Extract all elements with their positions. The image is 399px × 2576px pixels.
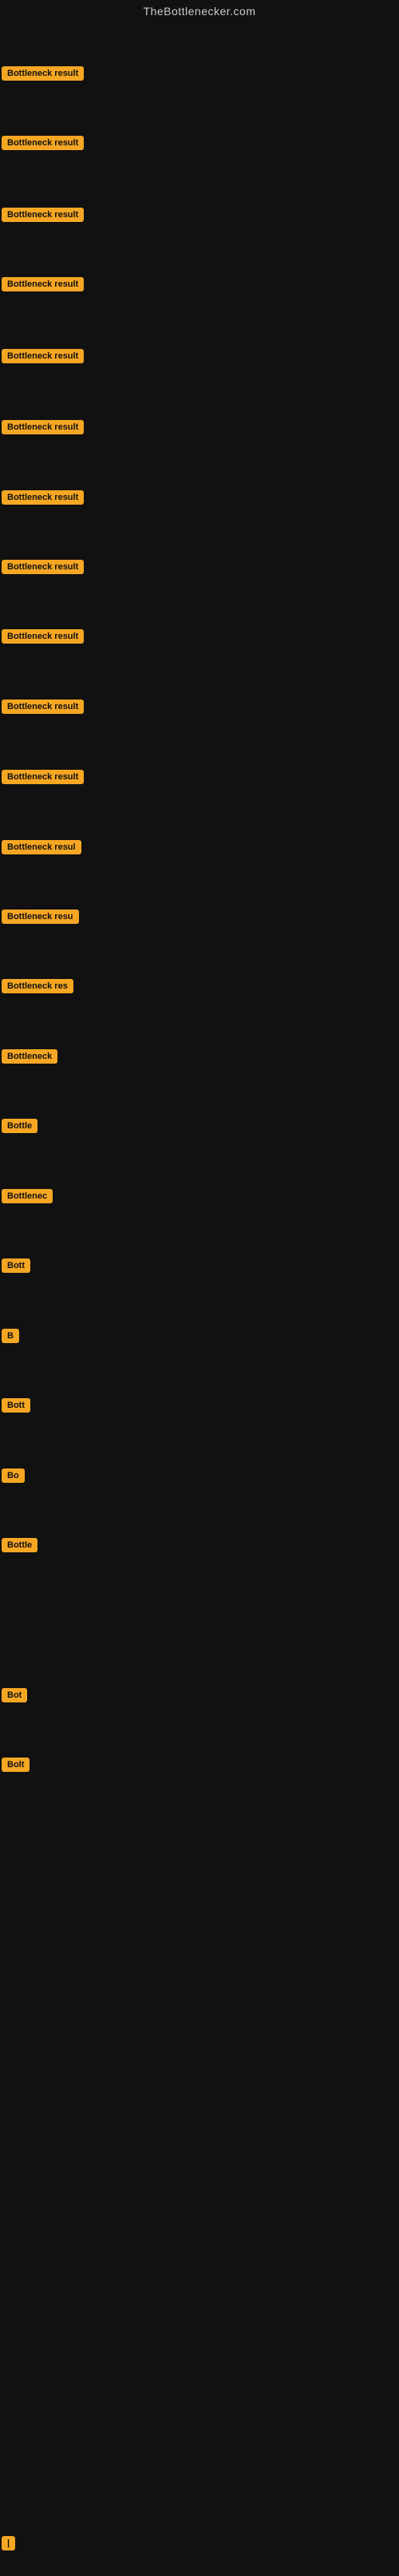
- bottleneck-badge: Bottleneck result: [2, 277, 84, 291]
- bottleneck-badge: Bo: [2, 1468, 25, 1483]
- bottleneck-badge: Bottlenec: [2, 1189, 53, 1203]
- bottleneck-badge: Bottleneck result: [2, 136, 84, 150]
- bottleneck-badge: Bott: [2, 1398, 30, 1413]
- bottleneck-badge: |: [2, 2536, 15, 2550]
- site-title: TheBottlenecker.com: [0, 0, 399, 21]
- bottleneck-badge: Bott: [2, 1258, 30, 1273]
- bottleneck-badge: Bot: [2, 1688, 27, 1702]
- bottleneck-badge: Bottleneck result: [2, 770, 84, 784]
- bottleneck-badge: Bottleneck result: [2, 349, 84, 363]
- bottleneck-badge: Bottleneck result: [2, 66, 84, 81]
- bottleneck-badge: Bottle: [2, 1119, 38, 1133]
- bottleneck-badge: Bottleneck: [2, 1049, 57, 1064]
- bottleneck-badge: Bottleneck result: [2, 699, 84, 714]
- bottleneck-badge: Bottleneck result: [2, 490, 84, 505]
- bottleneck-badge: B: [2, 1329, 19, 1343]
- bottleneck-badge: Bottleneck resul: [2, 840, 81, 854]
- bottleneck-badge: Bottleneck result: [2, 629, 84, 644]
- bottleneck-badge: Bottle: [2, 1538, 38, 1552]
- bottleneck-badge: Bottleneck result: [2, 560, 84, 574]
- bottleneck-badge: Bottleneck result: [2, 420, 84, 434]
- bottleneck-badge: Bottleneck resu: [2, 910, 79, 924]
- bottleneck-badge: Bolt: [2, 1758, 30, 1772]
- bottleneck-badge: Bottleneck result: [2, 208, 84, 222]
- bottleneck-badge: Bottleneck res: [2, 979, 73, 993]
